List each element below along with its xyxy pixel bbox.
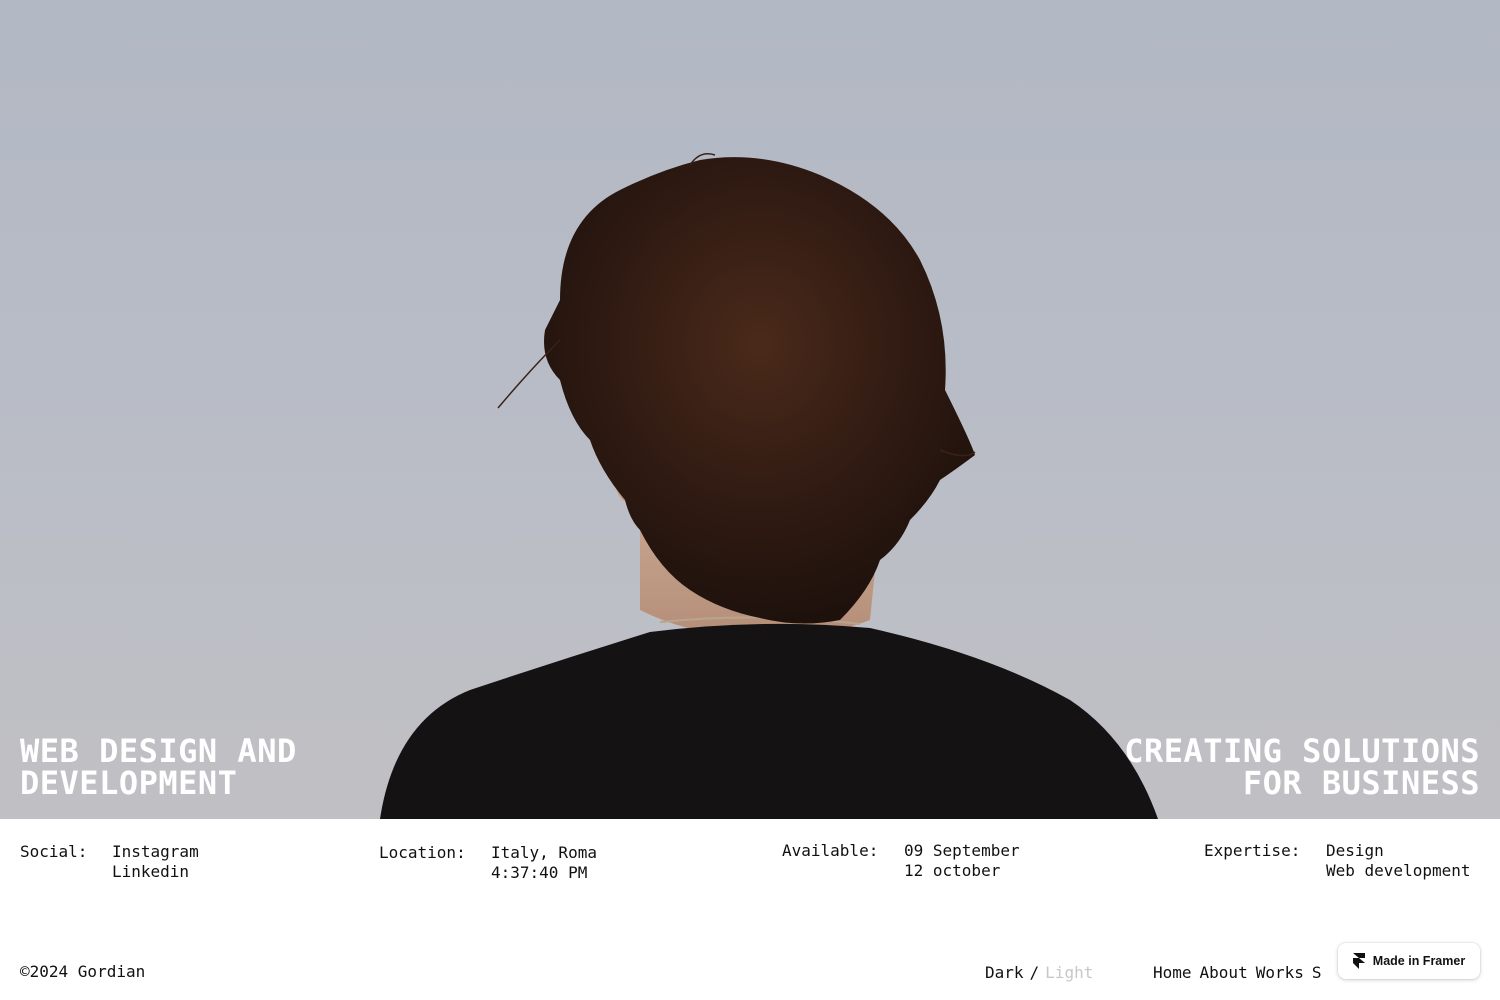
footer-nav: Home About Works S [1153,963,1330,983]
framer-logo-icon [1352,953,1365,969]
linkedin-link[interactable]: Linkedin [112,862,199,882]
location-label: Location: [379,843,466,862]
expertise-label: Expertise: [1204,841,1301,860]
location-place: Italy, Roma [491,843,597,862]
hero-title-right: CREATING SOLUTIONS FOR BUSINESS [1124,735,1480,799]
nav-about[interactable]: About [1200,963,1248,982]
hero-right-line-1: CREATING SOLUTIONS [1124,732,1480,770]
available-date-1: 09 September [904,841,1020,860]
nav-works[interactable]: Works [1256,963,1304,982]
hero-right-line-2: FOR BUSINESS [1242,764,1480,802]
made-in-framer-badge[interactable]: Made in Framer [1338,943,1480,979]
hero-left-line-2: DEVELOPMENT [20,764,238,802]
nav-home[interactable]: Home [1153,963,1192,982]
theme-toggle: Dark / Light [985,963,1093,983]
hair-shape [544,157,975,624]
expertise-design: Design [1326,841,1384,860]
instagram-link[interactable]: Instagram [112,842,199,862]
theme-separator: / [1029,963,1040,982]
hero-title-left: WEB DESIGN AND DEVELOPMENT [20,735,297,799]
sweater-shape [380,623,1158,819]
hero-section: WEB DESIGN AND DEVELOPMENT CREATING SOLU… [0,0,1500,819]
copyright: ©2024 Gordian [20,962,146,981]
expertise-web-development: Web development [1326,861,1471,880]
nav-item-partial[interactable]: S [1312,963,1322,982]
social-links: Instagram Linkedin [112,842,199,882]
available-dates: 09 September 12 october [904,841,1020,881]
hero-left-line-1: WEB DESIGN AND [20,732,297,770]
social-label: Social: [20,842,88,861]
hero-photo [380,153,1158,819]
theme-light-option[interactable]: Light [1045,963,1093,982]
theme-dark-option[interactable]: Dark [985,963,1024,982]
location-values: Italy, Roma 4:37:40 PM [491,843,597,883]
framer-badge-label: Made in Framer [1372,954,1466,968]
available-label: Available: [782,841,879,860]
expertise-items: Design Web development [1326,841,1471,881]
local-time: 4:37:40 PM [491,863,588,882]
available-date-2: 12 october [904,861,1001,880]
